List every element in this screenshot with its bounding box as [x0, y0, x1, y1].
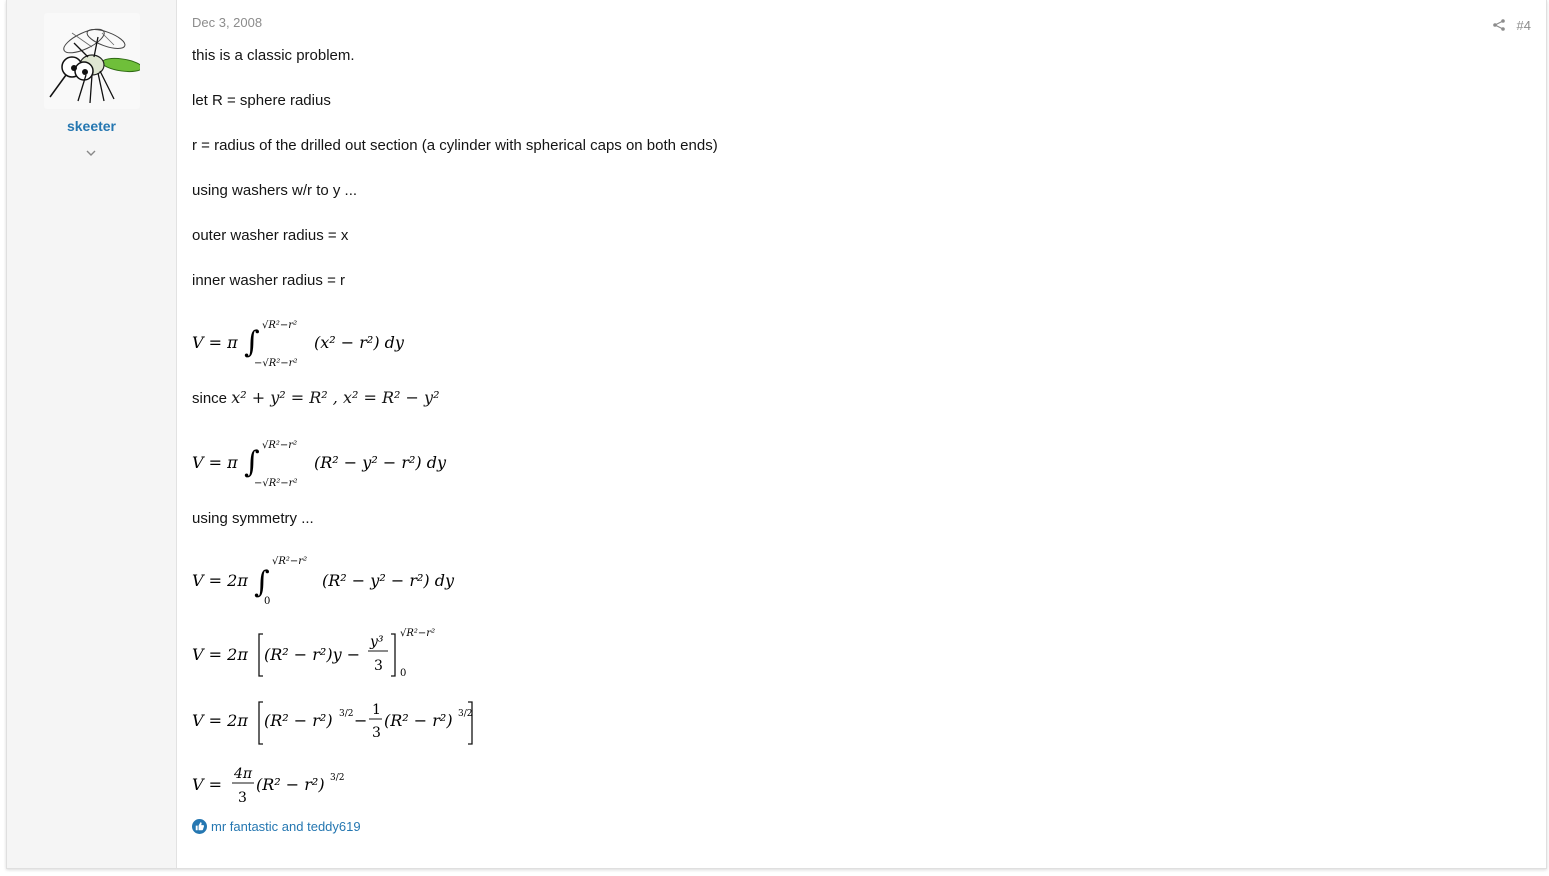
- equation-5-render: V = 2π (R² − r²) 3/2 − 1 3 (R² − r²) 3/2: [192, 701, 473, 745]
- text-line: let R = sphere radius: [192, 92, 331, 109]
- svg-text:−: −: [354, 711, 367, 730]
- svg-text:V = π: V = π: [192, 333, 238, 352]
- since-equation: x² + y² = R² , x² = R² − y²: [231, 388, 440, 407]
- equation-4-render: V = 2π (R² − r²)y − y³ 3 √R²−r² 0: [192, 628, 435, 679]
- equation-6-render: V = 4π 3 (R² − r²) 3/2: [192, 766, 344, 806]
- svg-text:√R²−r²: √R²−r²: [262, 440, 297, 451]
- svg-text:1: 1: [372, 702, 381, 718]
- equation-5: V = 2π (R² − r²) 3/2 − 1 3 (R² − r²) 3/2: [192, 698, 512, 748]
- svg-text:(R² − y² − r²) dy: (R² − y² − r²) dy: [314, 453, 447, 472]
- svg-text:(x² − r²) dy: (x² − r²) dy: [314, 333, 405, 352]
- equation-1: V = π ∫ √R²−r² −√R²−r² (x² − r²) dy: [192, 316, 492, 369]
- svg-text:3: 3: [374, 658, 383, 674]
- post: skeeter Dec 3, 2008 #4 this is a classic…: [6, 0, 1547, 869]
- share-icon[interactable]: [1492, 18, 1506, 32]
- svg-text:(R² − y² − r²) dy: (R² − y² − r²) dy: [322, 571, 455, 590]
- svg-text:3: 3: [372, 725, 381, 741]
- svg-text:(R² − r²): (R² − r²): [264, 711, 333, 730]
- text-line: r = radius of the drilled out section (a…: [192, 137, 718, 154]
- equation-3: V = 2π ∫ √R²−r² 0 (R² − y² − r²) dy: [192, 552, 512, 607]
- username[interactable]: skeeter: [7, 118, 176, 134]
- svg-text:(R² − r²): (R² − r²): [256, 775, 325, 794]
- svg-text:3/2: 3/2: [458, 709, 472, 719]
- svg-text:3/2: 3/2: [330, 773, 344, 783]
- svg-text:y³: y³: [369, 634, 384, 650]
- svg-text:∫: ∫: [244, 325, 260, 360]
- equation-3-render: V = 2π ∫ √R²−r² 0 (R² − y² − r²) dy: [192, 556, 455, 607]
- equation-2: V = π ∫ √R²−r² −√R²−r² (R² − y² − r²) dy: [192, 436, 512, 489]
- since-line: since x² + y² = R² , x² = R² − y²: [192, 388, 439, 407]
- svg-text:3/2: 3/2: [339, 709, 353, 719]
- svg-text:√R²−r²: √R²−r²: [262, 320, 297, 331]
- user-column: skeeter: [7, 0, 177, 868]
- svg-text:V = 2π: V = 2π: [192, 571, 248, 590]
- svg-text:0: 0: [400, 668, 406, 679]
- text-line: outer washer radius = x: [192, 227, 349, 244]
- chevron-down-icon[interactable]: [85, 147, 97, 159]
- svg-text:−√R²−r²: −√R²−r²: [254, 478, 297, 488]
- text-line: using washers w/r to y ...: [192, 182, 358, 199]
- reactions-text[interactable]: mr fantastic and teddy619: [211, 819, 361, 834]
- equation-4: V = 2π (R² − r²)y − y³ 3 √R²−r² 0: [192, 624, 512, 682]
- svg-text:V = π: V = π: [192, 453, 238, 472]
- reactions-bar[interactable]: mr fantastic and teddy619: [192, 819, 361, 834]
- svg-text:(R² − r²): (R² − r²): [384, 711, 453, 730]
- svg-text:V = 2π: V = 2π: [192, 645, 248, 664]
- svg-text:V = 2π: V = 2π: [192, 711, 248, 730]
- text-line: this is a classic problem.: [192, 47, 355, 64]
- svg-text:(R² − r²)y −: (R² − r²)y −: [264, 645, 360, 664]
- svg-text:∫: ∫: [254, 565, 270, 600]
- svg-text:∫: ∫: [244, 445, 260, 480]
- post-date[interactable]: Dec 3, 2008: [192, 15, 262, 30]
- svg-text:4π: 4π: [233, 766, 253, 782]
- mosquito-avatar-icon[interactable]: [44, 13, 140, 109]
- svg-text:√R²−r²: √R²−r²: [400, 628, 435, 639]
- svg-text:V =: V =: [192, 775, 222, 794]
- like-icon: [192, 819, 207, 834]
- since-label: since: [192, 390, 228, 407]
- equation-2-render: V = π ∫ √R²−r² −√R²−r² (R² − y² − r²) dy: [192, 440, 447, 489]
- equation-1-render: V = π ∫ √R²−r² −√R²−r² (x² − r²) dy: [192, 320, 405, 369]
- post-number[interactable]: #4: [1517, 18, 1531, 33]
- text-line: inner washer radius = r: [192, 272, 345, 289]
- svg-text:3: 3: [238, 790, 247, 806]
- equation-6: V = 4π 3 (R² − r²) 3/2: [192, 762, 392, 808]
- svg-text:−√R²−r²: −√R²−r²: [254, 358, 297, 368]
- symmetry-line: using symmetry ...: [192, 510, 314, 527]
- svg-text:0: 0: [264, 596, 270, 606]
- svg-text:√R²−r²: √R²−r²: [272, 556, 307, 567]
